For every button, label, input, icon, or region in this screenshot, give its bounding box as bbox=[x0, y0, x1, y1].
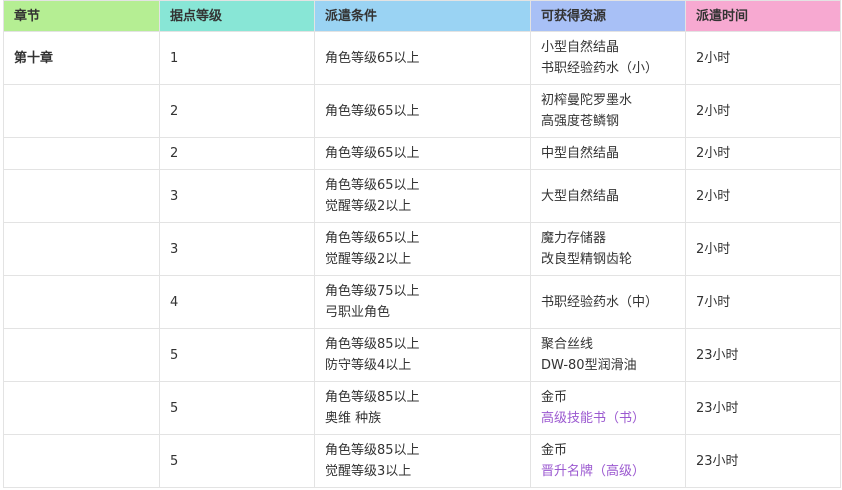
cell-level: 5 bbox=[159, 328, 315, 382]
resource-line: DW-80型润滑油 bbox=[541, 358, 637, 373]
table-row: 5 角色等级85以上 奥维 种族 金币 高级技能书（书） 23小时 bbox=[3, 381, 841, 435]
cell-chapter bbox=[3, 275, 160, 329]
cell-chapter: 第十章 bbox=[3, 31, 160, 85]
table-row: 3 角色等级65以上 觉醒等级2以上 魔力存储器 改良型精钢齿轮 2小时 bbox=[3, 222, 841, 276]
condition-line: 角色等级85以上 bbox=[325, 337, 420, 352]
cell-time: 2小时 bbox=[685, 222, 841, 276]
condition-line: 防守等级4以上 bbox=[325, 358, 412, 373]
resource-line: 金币 bbox=[541, 390, 568, 405]
cell-time: 23小时 bbox=[685, 328, 841, 382]
cell-level: 2 bbox=[159, 137, 315, 170]
cell-level: 2 bbox=[159, 84, 315, 138]
header-conditions: 派遣条件 bbox=[314, 0, 531, 32]
table-row: 第十章 1 角色等级65以上 小型自然结晶 书职经验药水（小） 2小时 bbox=[3, 31, 841, 85]
cell-level: 3 bbox=[159, 222, 315, 276]
condition-line: 弓职业角色 bbox=[325, 305, 391, 320]
condition-line: 奥维 种族 bbox=[325, 411, 382, 426]
cell-conditions: 角色等级75以上 弓职业角色 bbox=[314, 275, 531, 329]
resource-line: 初榨曼陀罗墨水 bbox=[541, 93, 633, 108]
resource-line: 改良型精钢齿轮 bbox=[541, 252, 633, 267]
table-row: 2 角色等级65以上 初榨曼陀罗墨水 高强度苍鳞钢 2小时 bbox=[3, 84, 841, 138]
resource-line: 中型自然结晶 bbox=[541, 146, 620, 161]
cell-conditions: 角色等级85以上 觉醒等级3以上 bbox=[314, 434, 531, 488]
condition-line: 角色等级65以上 bbox=[325, 146, 420, 161]
resource-line-highlight: 晋升名牌（高级） bbox=[541, 464, 646, 479]
cell-chapter bbox=[3, 137, 160, 170]
table-row: 4 角色等级75以上 弓职业角色 书职经验药水（中） 7小时 bbox=[3, 275, 841, 329]
condition-line: 角色等级85以上 bbox=[325, 390, 420, 405]
cell-conditions: 角色等级65以上 bbox=[314, 137, 531, 170]
cell-chapter bbox=[3, 222, 160, 276]
condition-line: 角色等级65以上 bbox=[325, 103, 420, 119]
cell-conditions: 角色等级85以上 奥维 种族 bbox=[314, 381, 531, 435]
resource-line: 高强度苍鳞钢 bbox=[541, 114, 620, 129]
cell-conditions: 角色等级65以上 觉醒等级2以上 bbox=[314, 222, 531, 276]
resource-line: 书职经验药水（中） bbox=[541, 294, 659, 310]
condition-line: 角色等级75以上 bbox=[325, 284, 420, 299]
cell-time: 2小时 bbox=[685, 169, 841, 223]
cell-resources: 魔力存储器改良型精钢齿轮 bbox=[530, 222, 686, 276]
cell-chapter bbox=[3, 169, 160, 223]
resource-line: 大型自然结晶 bbox=[541, 188, 620, 204]
condition-line: 角色等级65以上 bbox=[325, 50, 420, 66]
cell-chapter bbox=[3, 434, 160, 488]
table-body: 第十章 1 角色等级65以上 小型自然结晶 书职经验药水（小） 2小时 2 角色等级65以上初… bbox=[3, 31, 841, 488]
cell-resources: 小型自然结晶书职经验药水（小） bbox=[530, 31, 686, 85]
cell-time: 2小时 bbox=[685, 31, 841, 85]
cell-chapter bbox=[3, 328, 160, 382]
cell-resources: 金币高级技能书（书） bbox=[530, 381, 686, 435]
resource-line: 书职经验药水（小） bbox=[541, 61, 659, 76]
table-header: 章节 据点等级 派遣条件 可获得资源 派遣时间 bbox=[3, 0, 841, 32]
resource-line: 小型自然结晶 bbox=[541, 40, 620, 55]
condition-line: 觉醒等级3以上 bbox=[325, 464, 412, 479]
cell-conditions: 角色等级85以上 防守等级4以上 bbox=[314, 328, 531, 382]
table-row: 2 角色等级65以上 中型自然结晶 2小时 bbox=[3, 137, 841, 170]
header-level: 据点等级 bbox=[159, 0, 315, 32]
resource-line: 金币 bbox=[541, 443, 568, 458]
dispatch-table: 章节 据点等级 派遣条件 可获得资源 派遣时间 第十章 1 角色等级65以上 小型自然… bbox=[3, 0, 841, 488]
cell-time: 2小时 bbox=[685, 84, 841, 138]
header-time: 派遣时间 bbox=[685, 0, 841, 32]
cell-level: 5 bbox=[159, 434, 315, 488]
cell-time: 23小时 bbox=[685, 381, 841, 435]
cell-resources: 聚合丝线 DW-80型润滑油 bbox=[530, 328, 686, 382]
resource-line-highlight: 高级技能书（书） bbox=[541, 411, 646, 426]
cell-chapter bbox=[3, 381, 160, 435]
cell-resources: 初榨曼陀罗墨水 高强度苍鳞钢 bbox=[530, 84, 686, 138]
cell-level: 5 bbox=[159, 381, 315, 435]
cell-resources: 中型自然结晶 bbox=[530, 137, 686, 170]
cell-time: 7小时 bbox=[685, 275, 841, 329]
cell-time: 2小时 bbox=[685, 137, 841, 170]
cell-time: 23小时 bbox=[685, 434, 841, 488]
resource-line: 魔力存储器 bbox=[541, 231, 607, 246]
cell-level: 4 bbox=[159, 275, 315, 329]
header-resources: 可获得资源 bbox=[530, 0, 686, 32]
cell-level: 3 bbox=[159, 169, 315, 223]
cell-chapter bbox=[3, 84, 160, 138]
condition-line: 角色等级85以上 bbox=[325, 443, 420, 458]
cell-level: 1 bbox=[159, 31, 315, 85]
table-row: 5 角色等级85以上 觉醒等级3以上 金币 晋升名牌（高级） 23小时 bbox=[3, 434, 841, 488]
condition-line: 角色等级65以上 bbox=[325, 178, 420, 193]
cell-conditions: 角色等级65以上 bbox=[314, 84, 531, 138]
cell-conditions: 角色等级65以上 bbox=[314, 31, 531, 85]
table-row: 3 角色等级65以上 觉醒等级2以上 大型自然结晶 2小时 bbox=[3, 169, 841, 223]
cell-resources: 金币晋升名牌（高级） bbox=[530, 434, 686, 488]
cell-resources: 大型自然结晶 bbox=[530, 169, 686, 223]
resource-line: 聚合丝线 bbox=[541, 337, 594, 352]
condition-line: 觉醒等级2以上 bbox=[325, 199, 412, 214]
condition-line: 角色等级65以上 bbox=[325, 231, 420, 246]
cell-resources: 书职经验药水（中） bbox=[530, 275, 686, 329]
header-row: 章节 据点等级 派遣条件 可获得资源 派遣时间 bbox=[3, 0, 841, 32]
header-chapter: 章节 bbox=[3, 0, 160, 32]
cell-conditions: 角色等级65以上 觉醒等级2以上 bbox=[314, 169, 531, 223]
condition-line: 觉醒等级2以上 bbox=[325, 252, 412, 267]
table-row: 5 角色等级85以上 防守等级4以上 聚合丝线 DW-80型润滑油 23小时 bbox=[3, 328, 841, 382]
